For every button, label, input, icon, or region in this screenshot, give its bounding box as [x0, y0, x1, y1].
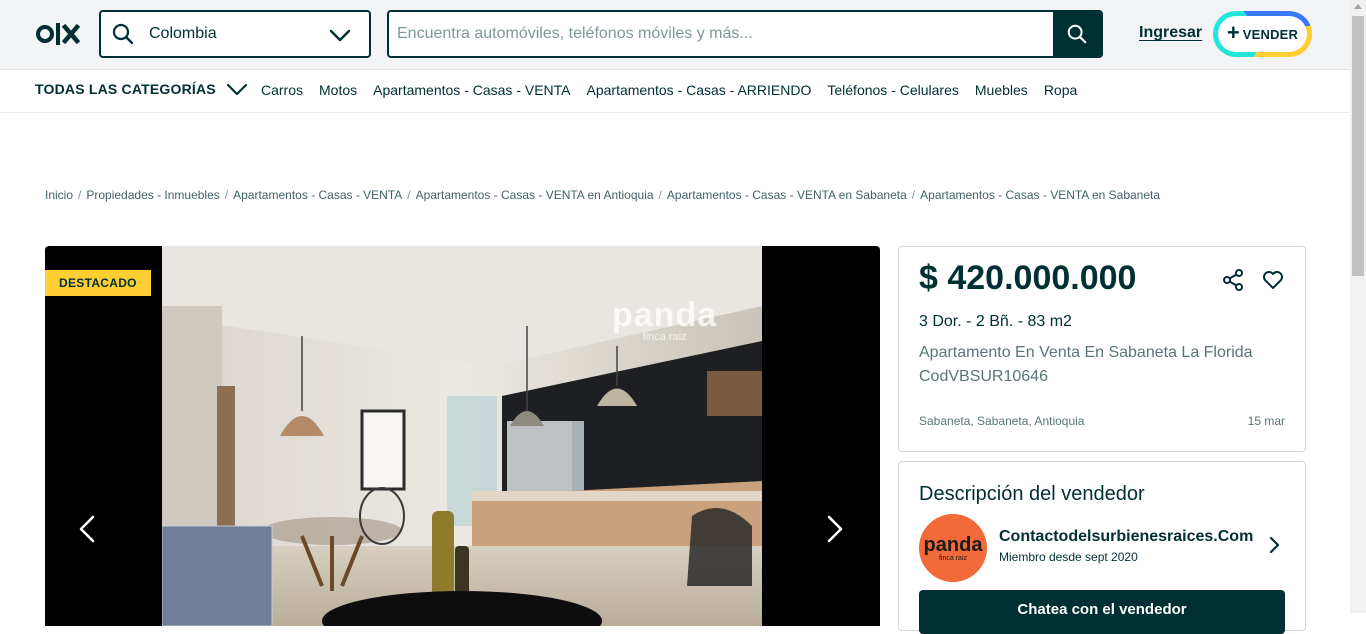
sell-button-inner: + VENDER — [1218, 16, 1307, 52]
chat-with-seller-button[interactable]: Chatea con el vendedor — [919, 590, 1285, 634]
chevron-down-icon — [329, 29, 351, 42]
category-link-apartamentos-venta[interactable]: Apartamentos - Casas - VENTA — [373, 82, 570, 98]
breadcrumb-separator: / — [911, 188, 916, 202]
category-links: Carros Motos Apartamentos - Casas - VENT… — [261, 82, 1077, 98]
category-link-ropa[interactable]: Ropa — [1044, 82, 1077, 98]
search-input[interactable] — [389, 12, 1055, 56]
breadcrumb-item[interactable]: Apartamentos - Casas - VENTA en Sabaneta — [667, 188, 907, 202]
page-scrollbar[interactable] — [1350, 0, 1366, 613]
member-since: Miembro desde sept 2020 — [999, 550, 1138, 564]
login-link[interactable]: Ingresar — [1139, 24, 1202, 42]
category-link-carros[interactable]: Carros — [261, 82, 303, 98]
featured-badge: DESTACADO — [45, 270, 151, 296]
search-bar — [387, 10, 1103, 58]
listing-price: $ 420.000.000 — [919, 259, 1137, 297]
location-selector[interactable]: Colombia — [99, 10, 371, 58]
breadcrumb-item[interactable]: Apartamentos - Casas - VENTA en Antioqui… — [416, 188, 654, 202]
search-icon — [1067, 24, 1087, 44]
chevron-left-icon[interactable] — [77, 514, 97, 544]
breadcrumb-item[interactable]: Inicio — [45, 188, 73, 202]
category-link-muebles[interactable]: Muebles — [975, 82, 1028, 98]
listing-title: Apartamento En Venta En Sabaneta La Flor… — [919, 344, 1253, 385]
location-value: Colombia — [149, 25, 217, 42]
share-icon[interactable] — [1221, 268, 1245, 292]
breadcrumb-separator: / — [224, 188, 229, 202]
category-nav: TODAS LAS CATEGORÍAS Carros Motos Aparta… — [0, 71, 1350, 113]
chevron-right-icon[interactable] — [825, 514, 845, 544]
search-icon — [112, 23, 134, 45]
scroll-up-arrow-icon[interactable] — [1354, 4, 1362, 9]
seller-heading: Descripción del vendedor — [919, 483, 1145, 505]
category-link-telefonos[interactable]: Teléfonos - Celulares — [827, 82, 959, 98]
all-categories-dropdown[interactable]: TODAS LAS CATEGORÍAS — [35, 81, 248, 97]
watermark-text: panda — [612, 296, 718, 334]
breadcrumb-separator: / — [78, 188, 82, 202]
search-button[interactable] — [1053, 12, 1101, 56]
chevron-down-icon — [226, 83, 247, 96]
chevron-right-icon[interactable] — [1267, 534, 1283, 556]
heart-icon[interactable] — [1261, 268, 1285, 292]
avatar-text: panda — [923, 533, 983, 556]
seller-card: Descripción del vendedor panda finca rai… — [898, 461, 1306, 634]
breadcrumb-separator: / — [407, 188, 411, 202]
listing-photo[interactable]: panda finca raiz — [162, 246, 762, 626]
seller-avatar-logo: panda finca raiz — [924, 535, 983, 562]
all-categories-label: TODAS LAS CATEGORÍAS — [35, 81, 216, 97]
category-link-apartamentos-arriendo[interactable]: Apartamentos - Casas - ARRIENDO — [587, 82, 812, 98]
image-gallery[interactable]: panda finca raiz DESTACADO — [45, 246, 880, 626]
seller-avatar[interactable]: panda finca raiz — [919, 514, 987, 582]
price-card: $ 420.000.000 3 Dor. - 2 Bñ. - 83 m2 Apa… — [898, 246, 1306, 452]
olx-logo[interactable] — [36, 20, 84, 48]
listing-specs: 3 Dor. - 2 Bñ. - 83 m2 — [919, 313, 1072, 330]
listing-location: Sabaneta, Sabaneta, Antioquia — [919, 414, 1085, 428]
top-header: Colombia Ingresar + VENDER — [0, 0, 1350, 70]
breadcrumb-item[interactable]: Apartamentos - Casas - VENTA — [233, 188, 402, 202]
breadcrumb-separator: / — [658, 188, 662, 202]
breadcrumb: Inicio / Propiedades - Inmuebles / Apart… — [45, 188, 1160, 202]
scroll-thumb[interactable] — [1352, 16, 1364, 276]
sell-button[interactable]: + VENDER — [1213, 11, 1312, 57]
category-link-motos[interactable]: Motos — [319, 82, 357, 98]
avatar-subtext: finca raiz — [938, 554, 967, 562]
breadcrumb-item[interactable]: Propiedades - Inmuebles — [86, 188, 219, 202]
seller-name[interactable]: Contactodelsurbienesraices.Com — [999, 528, 1253, 546]
sell-button-label: VENDER — [1242, 26, 1299, 42]
watermark: panda finca raiz — [612, 296, 717, 343]
breadcrumb-item-current[interactable]: Apartamentos - Casas - VENTA en Sabaneta — [920, 188, 1160, 202]
plus-icon: + — [1226, 20, 1240, 45]
listing-date: 15 mar — [1247, 414, 1285, 428]
